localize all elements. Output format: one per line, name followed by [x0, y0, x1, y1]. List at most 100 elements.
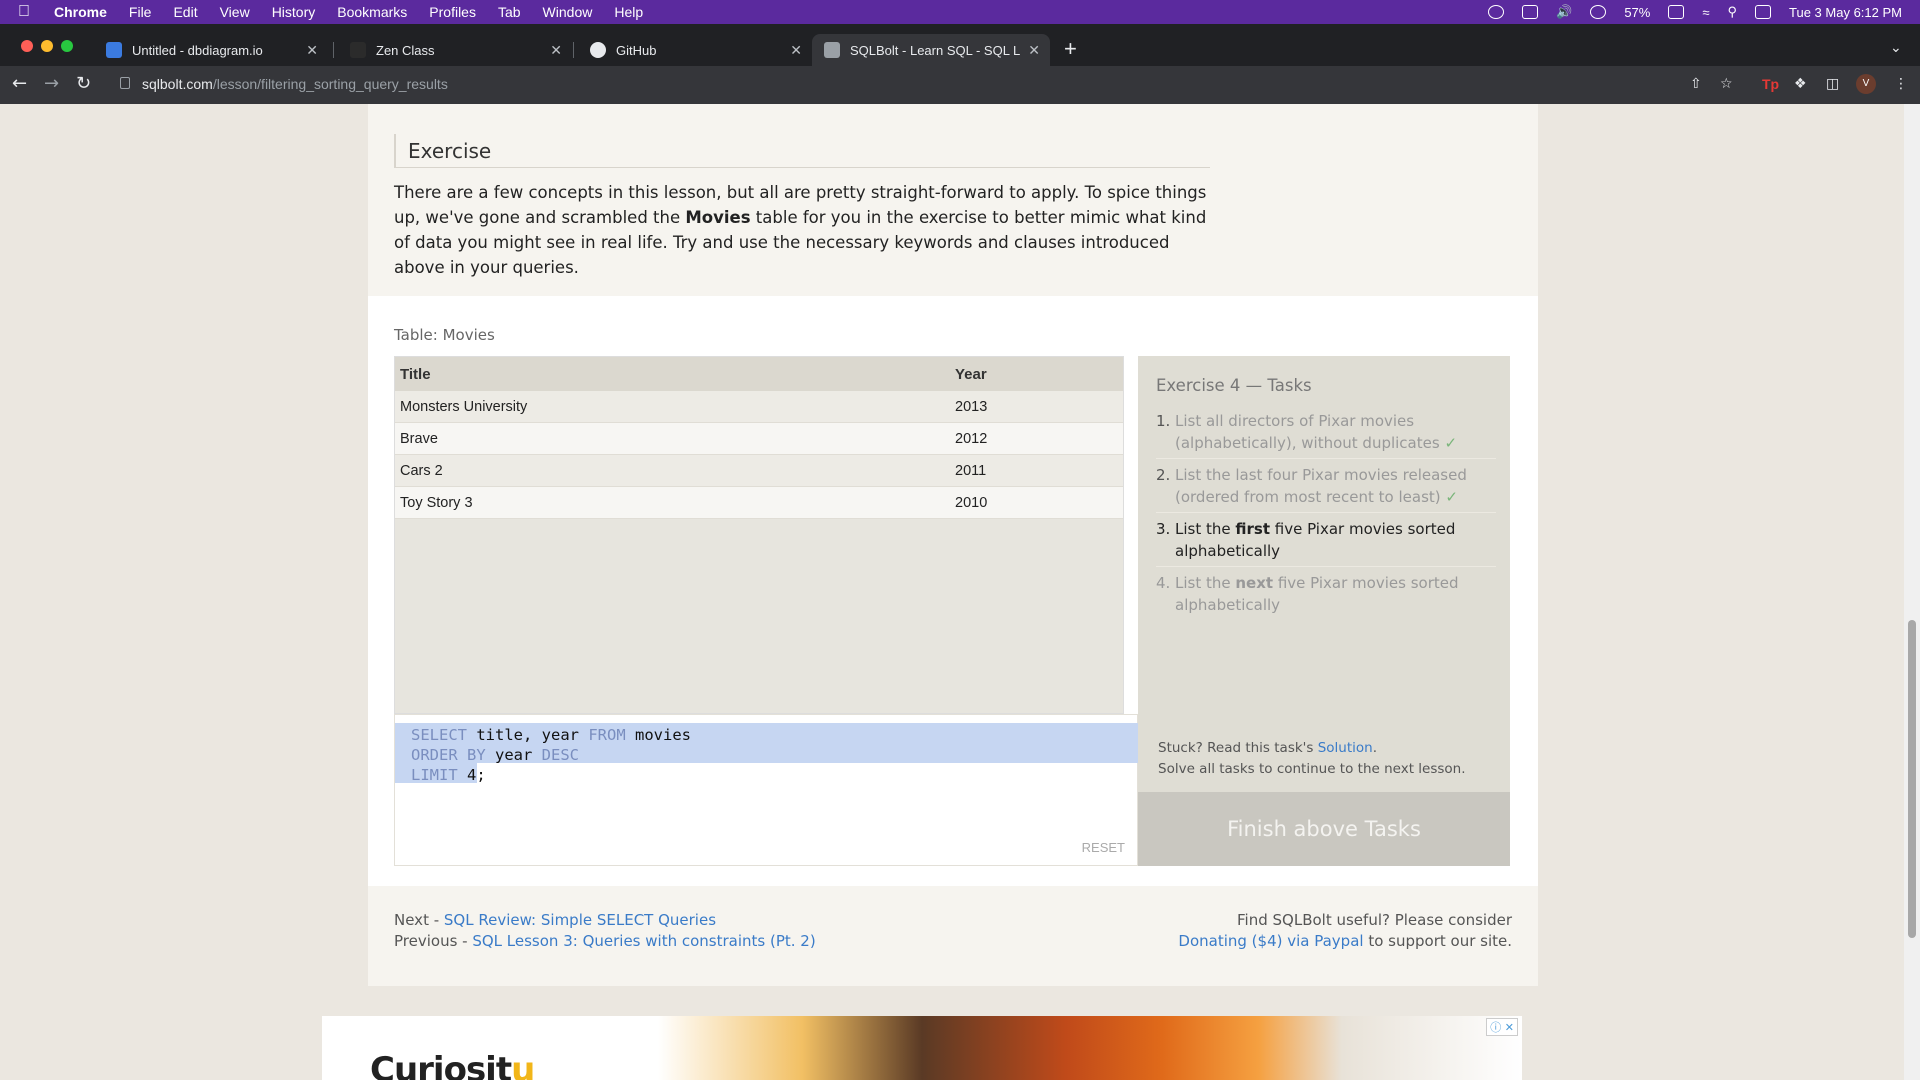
- finish-tasks-button[interactable]: Finish above Tasks: [1138, 792, 1510, 866]
- task-number: 3.: [1156, 520, 1171, 538]
- close-tab-icon[interactable]: ✕: [1028, 42, 1040, 59]
- results-table: Title Year Monsters University 2013 Brav…: [394, 356, 1124, 714]
- extensions-puzzle-icon[interactable]: ❖: [1794, 76, 1807, 92]
- menu-history[interactable]: History: [272, 4, 316, 20]
- volume-icon[interactable]: 🔊: [1556, 4, 1572, 20]
- next-lesson-link[interactable]: SQL Review: Simple SELECT Queries: [444, 911, 716, 929]
- close-tab-icon[interactable]: ✕: [550, 42, 562, 59]
- task-text: List all directors of Pixar movies (alph…: [1175, 412, 1440, 452]
- menu-window[interactable]: Window: [543, 4, 593, 20]
- scrollbar-thumb[interactable]: [1908, 620, 1916, 938]
- stuck-text: .: [1372, 740, 1378, 756]
- solve-all-text: Solve all tasks to continue to the next …: [1158, 761, 1466, 777]
- task-item-1[interactable]: 1. List all directors of Pixar movies (a…: [1156, 410, 1496, 459]
- side-panel-icon[interactable]: ◫: [1826, 76, 1839, 92]
- previous-lesson-link[interactable]: SQL Lesson 3: Queries with constraints (…: [472, 932, 815, 950]
- page-scrollbar[interactable]: [1904, 104, 1920, 1080]
- exercise-description: There are a few concepts in this lesson,…: [394, 180, 1214, 280]
- menu-bookmarks[interactable]: Bookmarks: [337, 4, 407, 20]
- control-center-icon[interactable]: [1755, 5, 1772, 19]
- forward-arrow-icon[interactable]: →: [44, 73, 59, 94]
- display-icon[interactable]: [1522, 5, 1539, 19]
- cell-year: 2011: [955, 462, 987, 479]
- tab-zen-class[interactable]: Zen Class ✕: [338, 34, 572, 66]
- play-icon[interactable]: [1590, 5, 1607, 19]
- sql-query-editor[interactable]: SELECT title, year FROM movies ORDER BY …: [394, 714, 1139, 866]
- task-item-2[interactable]: 2. List the last four Pixar movies relea…: [1156, 464, 1496, 513]
- tab-sqlbolt[interactable]: SQLBolt - Learn SQL - SQL Le ✕: [812, 34, 1050, 66]
- tab-dbdiagram[interactable]: Untitled - dbdiagram.io ✕: [94, 34, 328, 66]
- address-url[interactable]: sqlbolt.com/lesson/filtering_sorting_que…: [142, 76, 448, 92]
- address-bar[interactable]: sqlbolt.com/lesson/filtering_sorting_que…: [108, 71, 1778, 99]
- close-window-icon[interactable]: [21, 40, 33, 52]
- sql-token: movies: [625, 726, 691, 744]
- menu-tab[interactable]: Tab: [498, 4, 521, 20]
- spotlight-search-icon[interactable]: ⚲: [1728, 4, 1738, 20]
- close-tab-icon[interactable]: ✕: [306, 42, 318, 59]
- lesson-navigation: Next - SQL Review: Simple SELECT Queries…: [394, 910, 816, 952]
- extension-tp-icon[interactable]: Tp: [1762, 76, 1779, 92]
- tab-title: Untitled - dbdiagram.io: [132, 42, 263, 58]
- table-row: Toy Story 3 2010: [395, 487, 1123, 519]
- menu-profiles[interactable]: Profiles: [429, 4, 476, 20]
- lesson-card: Exercise There are a few concepts in thi…: [368, 104, 1538, 986]
- tab-title: Zen Class: [376, 42, 435, 58]
- checkmark-icon: ✓: [1445, 488, 1458, 506]
- sql-token: year: [485, 746, 542, 764]
- battery-percent: 57%: [1624, 4, 1651, 20]
- back-arrow-icon[interactable]: ←: [12, 73, 27, 94]
- bookmark-star-icon[interactable]: ☆: [1720, 76, 1733, 92]
- tab-search-chevron-icon[interactable]: ⌄: [1890, 40, 1902, 56]
- menu-help[interactable]: Help: [614, 4, 643, 20]
- tasks-title: Exercise 4 — Tasks: [1156, 376, 1312, 395]
- share-icon[interactable]: ⇧: [1690, 76, 1702, 92]
- solution-link[interactable]: Solution: [1318, 740, 1373, 756]
- task-number: 1.: [1156, 412, 1171, 430]
- menu-edit[interactable]: Edit: [173, 4, 197, 20]
- lock-icon[interactable]: [120, 77, 130, 89]
- github-favicon-icon: [590, 42, 606, 58]
- support-text: to support our site.: [1363, 932, 1512, 950]
- table-row: Cars 2 2011: [395, 455, 1123, 487]
- task-text: List the last four Pixar movies released…: [1175, 466, 1467, 506]
- apple-menu-icon[interactable]: : [18, 3, 36, 21]
- cell-year: 2012: [955, 430, 988, 447]
- tab-title: SQLBolt - Learn SQL - SQL Le: [850, 42, 1020, 58]
- checkmark-icon: ✓: [1444, 434, 1458, 452]
- reset-button[interactable]: RESET: [1082, 840, 1125, 855]
- battery-icon[interactable]: [1668, 5, 1685, 19]
- column-header-year: Year: [955, 365, 987, 383]
- menu-view[interactable]: View: [220, 4, 250, 20]
- menubar-status-area: 🔊 57% ≈ ⚲ Tue 3 May 6:12 PM: [1488, 0, 1902, 24]
- cell-title: Toy Story 3: [400, 494, 473, 511]
- minimize-window-icon[interactable]: [41, 40, 53, 52]
- url-path: /lesson/filtering_sorting_query_results: [212, 76, 448, 92]
- record-icon[interactable]: [1488, 5, 1505, 19]
- new-tab-icon[interactable]: +: [1064, 36, 1077, 62]
- maximize-window-icon[interactable]: [61, 40, 73, 52]
- support-message: Find SQLBolt useful? Please consider Don…: [1178, 910, 1512, 952]
- chrome-menu-icon[interactable]: ⋮: [1894, 76, 1908, 92]
- sql-code[interactable]: SELECT title, year FROM movies ORDER BY …: [411, 725, 691, 785]
- reload-icon[interactable]: ↻: [76, 73, 91, 94]
- tab-github[interactable]: GitHub ✕: [578, 34, 812, 66]
- profile-avatar[interactable]: V: [1856, 74, 1876, 94]
- task-item-3[interactable]: 3. List the first five Pixar movies sort…: [1156, 518, 1496, 567]
- sql-keyword: ORDER BY: [411, 746, 486, 764]
- support-text: Find SQLBolt useful? Please consider: [1237, 911, 1512, 929]
- task-item-4[interactable]: 4. List the next five Pixar movies sorte…: [1156, 572, 1496, 620]
- cell-title: Brave: [400, 430, 438, 447]
- menubar-datetime[interactable]: Tue 3 May 6:12 PM: [1789, 5, 1902, 20]
- ad-brand-accent: u: [511, 1050, 535, 1080]
- advertisement-banner[interactable]: Curiositu ⓘ ✕: [322, 1016, 1522, 1080]
- sql-keyword: LIMIT: [411, 766, 458, 784]
- task-text: List the: [1175, 574, 1236, 592]
- ad-choices-icon[interactable]: ⓘ ✕: [1486, 1018, 1518, 1036]
- menu-file[interactable]: File: [129, 4, 152, 20]
- wifi-icon[interactable]: ≈: [1702, 5, 1709, 20]
- zen-class-favicon-icon: [350, 42, 366, 58]
- donate-link[interactable]: Donating ($4) via Paypal: [1178, 932, 1363, 950]
- menu-app-name[interactable]: Chrome: [54, 4, 107, 20]
- close-tab-icon[interactable]: ✕: [790, 42, 802, 59]
- previous-label: Previous -: [394, 932, 473, 950]
